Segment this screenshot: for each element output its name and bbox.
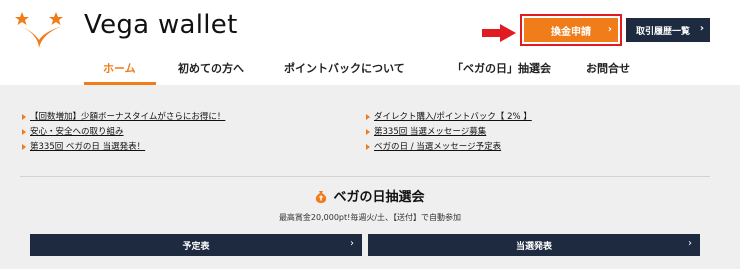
transaction-history-button[interactable]: 取引履歴一覧 › [626, 18, 710, 42]
bullet-triangle-icon [366, 143, 370, 150]
news-link[interactable]: 安心・安全への取り組み [22, 125, 124, 137]
lottery-title: ベガの日抽選会 [0, 186, 740, 205]
results-label: 当選発表 [515, 241, 552, 252]
news-link[interactable]: 第335回 当選メッセージ募集 [366, 125, 486, 137]
bullet-triangle-icon [22, 113, 26, 120]
section-divider [20, 176, 710, 177]
vega-logo-icon[interactable] [14, 10, 84, 50]
chevron-right-icon: › [688, 238, 692, 249]
main-nav: ホーム 初めての方へ ポイントバックについて 「ベガの日」抽選会 お問合せ [0, 56, 740, 84]
bullet-triangle-icon [22, 143, 26, 150]
brand-name[interactable]: Vega wallet [84, 10, 238, 40]
schedule-button[interactable]: 予定表 › [30, 234, 362, 256]
chevron-right-icon: › [607, 24, 612, 35]
results-button[interactable]: 当選発表 › [368, 234, 700, 256]
nav-item-vega-day-lottery[interactable]: 「ベガの日」抽選会 [452, 60, 551, 76]
withdraw-request-button[interactable]: 換金申請 › [520, 14, 622, 46]
news-link[interactable]: ダイレクト購入/ポイントバック【 2% 】 [366, 110, 532, 122]
nav-item-contact[interactable]: お問合せ [586, 60, 630, 76]
nav-item-home[interactable]: ホーム [103, 60, 136, 76]
chevron-right-icon: › [699, 23, 704, 34]
bullet-triangle-icon [366, 113, 370, 120]
news-link[interactable]: ベガの日 / 当選メッセージ予定表 [366, 140, 501, 152]
withdraw-request-label: 換金申請 [551, 26, 591, 38]
schedule-label: 予定表 [182, 241, 210, 252]
transaction-history-label: 取引履歴一覧 [636, 26, 691, 37]
bullet-triangle-icon [22, 128, 26, 135]
bullet-triangle-icon [366, 128, 370, 135]
nav-item-pointback[interactable]: ポイントバックについて [284, 60, 405, 76]
news-link[interactable]: 第335回 ベガの日 当選発表！ [22, 140, 145, 152]
money-bag-icon [316, 191, 327, 203]
chevron-right-icon: › [350, 238, 354, 249]
red-arrow-icon [482, 24, 516, 42]
nav-item-beginners[interactable]: 初めての方へ [178, 60, 244, 76]
lottery-subtitle: 最高賞金20,000pt!毎週火/土、【送付】で自動参加 [278, 213, 462, 222]
news-link[interactable]: 【回数増加】少額ボーナスタイムがさらにお得に！ [22, 110, 225, 122]
